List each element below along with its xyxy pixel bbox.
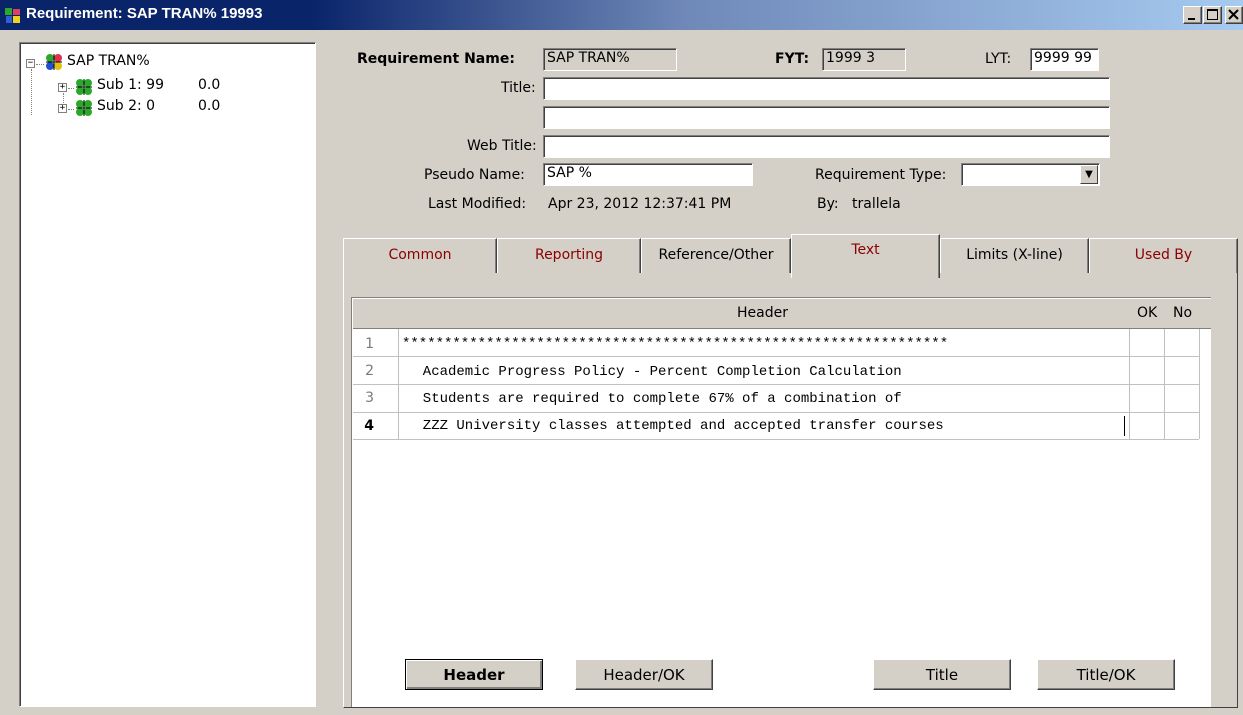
row-number: 1 <box>365 336 374 352</box>
puzzle-people-icon <box>76 79 92 95</box>
minimize-button[interactable] <box>1183 6 1202 24</box>
tab-common[interactable]: Common <box>343 238 497 273</box>
tab-limits-x-line[interactable]: Limits (X-line) <box>940 238 1089 273</box>
title-field-line2[interactable] <box>543 106 1110 129</box>
expand-icon[interactable]: + <box>58 83 67 92</box>
pseudo-name-label: Pseudo Name: <box>424 167 525 183</box>
close-icon <box>1228 9 1239 20</box>
text-cursor <box>1124 416 1125 436</box>
title-ok-button[interactable]: Title/OK <box>1037 659 1175 690</box>
grid-column-no[interactable]: No <box>1173 305 1192 321</box>
chevron-down-icon[interactable]: ▼ <box>1080 165 1098 184</box>
row-number: 2 <box>365 363 374 379</box>
header-button[interactable]: Header <box>405 659 543 690</box>
header-line-cell[interactable]: Students are required to complete 67% of… <box>406 391 902 407</box>
lyt-field[interactable]: 9999 99 <box>1030 48 1099 71</box>
title-bar[interactable]: Requirement: SAP TRAN% 19993 <box>0 0 1243 30</box>
tree-connector <box>31 69 32 115</box>
grid-divider <box>353 356 1199 357</box>
tree-child-label[interactable]: Sub 2: 0 <box>97 98 155 114</box>
tab-reference-other[interactable]: Reference/Other <box>641 238 791 273</box>
title-field-line1[interactable] <box>543 77 1110 100</box>
header-ok-button[interactable]: Header/OK <box>575 659 713 690</box>
tree-child-label[interactable]: Sub 1: 99 <box>97 77 164 93</box>
tab-used-by[interactable]: Used By <box>1089 238 1238 273</box>
row-number: 3 <box>365 390 374 406</box>
requirement-name-label: Requirement Name: <box>357 51 515 67</box>
grid-divider <box>353 384 1199 385</box>
tree-child-value: 0.0 <box>198 77 221 93</box>
fyt-field[interactable]: 1999 3 <box>822 48 906 71</box>
puzzle-people-icon <box>46 54 62 70</box>
header-line-cell-active[interactable]: ZZZ University classes attempted and acc… <box>406 418 944 434</box>
title-label: Title: <box>501 80 536 96</box>
minimize-icon <box>1188 18 1195 20</box>
tab-reporting[interactable]: Reporting <box>497 238 641 273</box>
maximize-icon <box>1207 9 1218 20</box>
tree-child-value: 0.0 <box>198 98 221 114</box>
maximize-button[interactable] <box>1203 6 1222 24</box>
last-modified-value: Apr 23, 2012 12:37:41 PM <box>548 196 732 212</box>
tree-root-label[interactable]: SAP TRAN% <box>67 53 150 69</box>
grid-divider <box>353 412 1199 413</box>
app-icon <box>5 8 20 23</box>
web-title-label: Web Title: <box>467 138 537 154</box>
puzzle-people-icon <box>76 100 92 116</box>
header-line-cell[interactable]: ****************************************… <box>402 336 948 352</box>
grid-divider <box>353 439 1199 440</box>
row-number-current: 4 <box>364 418 374 434</box>
requirement-type-select[interactable]: ▼ <box>961 163 1100 186</box>
grid-divider <box>1199 329 1200 439</box>
by-label: By: <box>817 196 839 212</box>
collapse-icon[interactable]: − <box>26 59 35 68</box>
lyt-label: LYT: <box>985 51 1012 67</box>
last-modified-label: Last Modified: <box>428 196 527 212</box>
requirement-name-field[interactable]: SAP TRAN% <box>543 48 677 71</box>
tree-connector <box>36 64 44 65</box>
header-line-cell[interactable]: Academic Progress Policy - Percent Compl… <box>406 364 902 380</box>
grid-column-ok[interactable]: OK <box>1137 305 1157 321</box>
tab-text[interactable]: Text <box>791 234 940 278</box>
window-title: Requirement: SAP TRAN% 19993 <box>26 5 263 22</box>
by-value: trallela <box>852 196 901 212</box>
web-title-field[interactable] <box>543 135 1110 158</box>
title-button[interactable]: Title <box>873 659 1011 690</box>
close-button[interactable] <box>1225 6 1243 24</box>
requirement-type-label: Requirement Type: <box>815 167 947 183</box>
tree-connector <box>63 93 64 103</box>
requirement-tree[interactable]: − SAP TRAN% + Sub 1: 99 0.0 + Sub 2: 0 0… <box>19 42 316 707</box>
expand-icon[interactable]: + <box>58 104 67 113</box>
pseudo-name-field[interactable]: SAP % <box>543 163 753 186</box>
grid-column-header[interactable]: Header <box>737 305 788 321</box>
fyt-label: FYT: <box>775 51 810 67</box>
text-grid[interactable] <box>351 297 1211 707</box>
